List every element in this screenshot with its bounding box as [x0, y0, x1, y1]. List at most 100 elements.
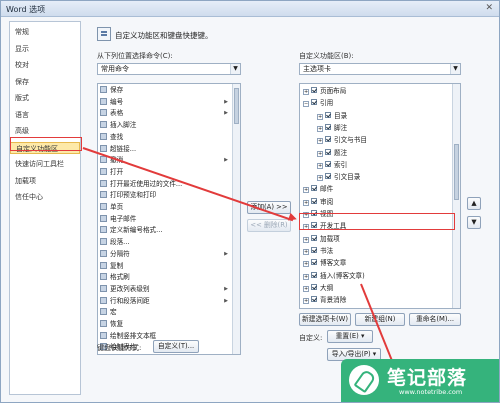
command-item[interactable]: 表格 ▶	[98, 109, 232, 118]
ribbon-tree-item[interactable]: + 插入(博客文章)	[300, 271, 365, 281]
ribbon-tree-item[interactable]: + 邮件	[300, 185, 333, 194]
command-item[interactable]: 格式刷	[98, 273, 232, 282]
ribbon-checkbox[interactable]	[311, 296, 317, 303]
expand-icon[interactable]: +	[303, 248, 309, 255]
ribbon-tree-item[interactable]: + 引文与书目	[300, 136, 367, 145]
sidebar-item[interactable]: 快速访问工具栏	[10, 158, 80, 170]
sidebar-item[interactable]: 语言	[10, 109, 80, 121]
expand-icon[interactable]: +	[303, 199, 309, 206]
command-item[interactable]: 复制	[98, 261, 232, 271]
expand-icon[interactable]: +	[317, 125, 323, 132]
command-item[interactable]: 打开最近使用过的文件...	[98, 179, 232, 189]
ribbon-tree-item[interactable]: − 引用	[300, 99, 333, 108]
new-group-button[interactable]: 新建组(N)	[355, 313, 405, 326]
ribbon-tree-item[interactable]: + 加载项	[300, 234, 340, 244]
customize-ribbon-combo[interactable]: 主选项卡 ▼	[299, 63, 461, 75]
ribbon-checkbox[interactable]	[325, 123, 331, 130]
expand-icon[interactable]: +	[303, 298, 309, 305]
ribbon-checkbox[interactable]	[311, 234, 317, 241]
sidebar-item[interactable]: 加载项	[10, 175, 80, 187]
expand-icon[interactable]: +	[317, 150, 323, 157]
command-label: 复制	[110, 261, 124, 270]
command-item[interactable]: 恢复	[98, 320, 232, 329]
ribbon-checkbox[interactable]	[325, 136, 331, 143]
ribbon-tree-item[interactable]: + 目录	[300, 111, 348, 121]
sidebar-item[interactable]: 校对	[10, 59, 80, 71]
sidebar-item[interactable]: 信任中心	[10, 191, 80, 203]
command-item[interactable]: 宏	[98, 308, 232, 317]
ribbon-tree-item[interactable]: + 书法	[300, 246, 333, 256]
expand-icon[interactable]: +	[317, 113, 323, 120]
ribbon-tree-item[interactable]: + 审阅	[300, 197, 333, 207]
ribbon-checkbox[interactable]	[311, 87, 317, 93]
command-item[interactable]: 定义新编号格式...	[98, 226, 232, 235]
expand-icon[interactable]: +	[303, 187, 309, 194]
sidebar-item[interactable]: 显示	[10, 43, 80, 55]
command-item[interactable]: 编号 ▶	[98, 97, 232, 107]
chevron-down-icon[interactable]: ▼	[450, 64, 460, 74]
remove-button[interactable]: << 删除(R)	[247, 219, 291, 232]
window-title: Word 选项	[6, 5, 46, 14]
command-label: 绘制竖排文本框	[110, 331, 157, 340]
tree-scrollbar[interactable]	[452, 84, 460, 308]
choose-commands-combo[interactable]: 常用命令 ▼	[97, 63, 241, 75]
command-item[interactable]: 查找	[98, 132, 232, 142]
expand-icon[interactable]: +	[317, 138, 323, 145]
chevron-down-icon[interactable]: ▼	[230, 64, 240, 74]
command-item[interactable]: 分隔符 ▶	[98, 249, 232, 259]
ribbon-tree-item[interactable]: + 索引	[300, 160, 347, 170]
ribbon-tree-item[interactable]: + 脚注	[300, 123, 347, 133]
ribbon-tree-item[interactable]: + 题注	[300, 148, 347, 158]
ribbon-checkbox[interactable]	[325, 160, 331, 167]
ribbon-checkbox[interactable]	[325, 111, 331, 118]
sidebar-item[interactable]: 版式	[10, 92, 80, 104]
ribbon-tree-label: 目录	[334, 111, 348, 120]
move-up-button[interactable]: ▲	[467, 197, 481, 210]
command-item[interactable]: 更改列表级别 ▶	[98, 284, 232, 294]
ribbon-tree-item[interactable]: + 页面布局	[300, 87, 346, 96]
move-down-button[interactable]: ▼	[467, 216, 481, 229]
ribbon-checkbox[interactable]	[311, 246, 317, 253]
expand-icon[interactable]: +	[317, 175, 323, 182]
reset-button[interactable]: 重置(E) ▾	[327, 330, 373, 343]
command-item[interactable]: 超链接...	[98, 144, 232, 154]
close-icon[interactable]: ✕	[485, 3, 493, 13]
ribbon-checkbox[interactable]	[311, 283, 317, 290]
expand-icon[interactable]: +	[303, 236, 309, 243]
sidebar-item[interactable]: 保存	[10, 76, 80, 88]
customize-label: 自定义:	[299, 334, 323, 342]
rename-button[interactable]: 重命名(M)...	[409, 313, 461, 326]
command-item[interactable]: 行和段落间距 ▶	[98, 296, 232, 306]
ribbon-checkbox[interactable]	[311, 271, 317, 278]
ribbon-tree-item[interactable]: + 背景消除	[300, 296, 346, 305]
ribbon-tree-item[interactable]: + 引文目录	[300, 173, 360, 182]
expand-icon[interactable]: +	[303, 261, 309, 268]
expand-icon[interactable]: +	[303, 89, 309, 95]
ribbon-tree-item[interactable]: + 大纲	[300, 283, 333, 293]
ribbon-tabs-tree[interactable]: + 页面布局 − 引用 + 目录 + 脚注 + 引文与书目 + 题注 + 索引 + 引文目录 + 邮件 + 审阅 + 视图…	[299, 83, 461, 309]
table-icon	[100, 109, 107, 117]
ribbon-checkbox[interactable]	[311, 99, 317, 106]
command-item[interactable]: 段落...	[98, 238, 232, 247]
expand-icon[interactable]: +	[317, 162, 323, 169]
ribbon-checkbox[interactable]	[311, 185, 317, 192]
ribbon-checkbox[interactable]	[311, 259, 317, 266]
ribbon-tree-item[interactable]: + 博客文章	[300, 259, 346, 268]
keyboard-customize-button[interactable]: 自定义(T)...	[153, 340, 199, 353]
expand-icon[interactable]: +	[303, 285, 309, 292]
command-item[interactable]: 单页	[98, 203, 232, 212]
new-tab-button[interactable]: 新建选项卡(W)	[299, 313, 351, 326]
command-label: 更改列表级别	[110, 284, 150, 293]
ribbon-checkbox[interactable]	[311, 197, 317, 204]
ribbon-checkbox[interactable]	[325, 173, 331, 180]
expand-icon[interactable]: +	[303, 273, 309, 280]
command-item[interactable]: 电子邮件	[98, 214, 232, 224]
commands-list[interactable]: 保存编号▶表格▶插入脚注查找超链接...撤消▶打开打开最近使用过的文件...打印…	[97, 83, 241, 355]
commands-scrollbar[interactable]	[232, 84, 240, 354]
command-item[interactable]: 保存	[98, 86, 232, 95]
command-item[interactable]: 插入脚注	[98, 121, 232, 130]
sidebar-item[interactable]: 高级	[10, 125, 80, 137]
sidebar-item[interactable]: 常规	[10, 26, 80, 38]
collapse-icon[interactable]: −	[303, 101, 309, 108]
ribbon-checkbox[interactable]	[325, 148, 331, 155]
